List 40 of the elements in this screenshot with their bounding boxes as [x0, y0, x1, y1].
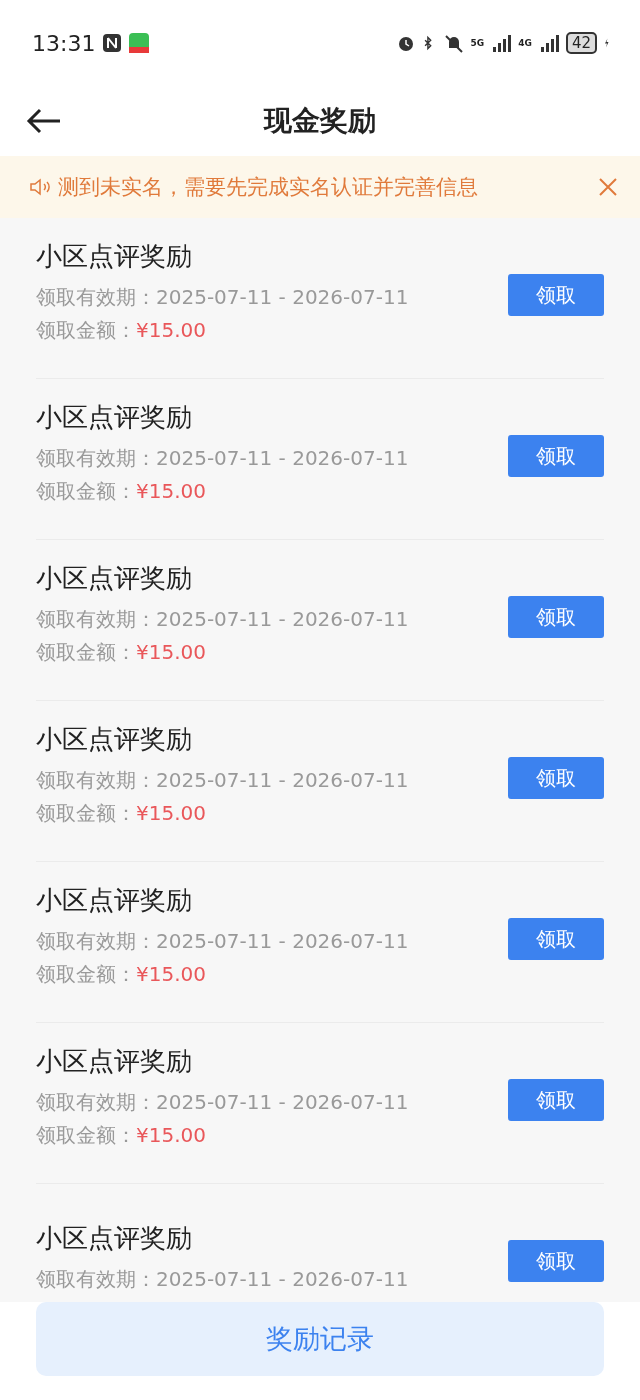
amount-text: 领取金额：¥15.00: [36, 316, 207, 344]
reward-title: 小区点评奖励: [36, 1044, 193, 1078]
claim-button[interactable]: 领取: [508, 274, 604, 316]
page-title: 现金奖励: [264, 103, 376, 139]
validity-text: 领取有效期：2025-07-11 - 2026-07-11: [36, 1266, 410, 1293]
validity-text: 领取有效期：2025-07-11 - 2026-07-11: [36, 444, 410, 472]
claim-button[interactable]: 领取: [508, 1240, 604, 1282]
amount-text: 领取金额：¥15.00: [36, 1121, 207, 1149]
reward-records-button[interactable]: 奖励记录: [36, 1302, 604, 1376]
nfc-icon: [102, 33, 123, 53]
network-label: 5G: [470, 38, 485, 48]
amount-text: 领取金额：¥15.00: [36, 960, 207, 988]
back-arrow-icon[interactable]: [26, 108, 62, 134]
validity-text: 领取有效期：2025-07-11 - 2026-07-11: [36, 1088, 410, 1116]
network-label: 4G: [518, 38, 532, 48]
claim-button[interactable]: 领取: [508, 918, 604, 960]
notice-text: 测到未实名，需要先完成实名认证并完善信息: [58, 174, 479, 201]
reward-title: 小区点评奖励: [36, 883, 193, 917]
reward-title: 小区点评奖励: [36, 239, 193, 273]
reward-title: 小区点评奖励: [36, 561, 193, 595]
reward-title: 小区点评奖励: [36, 400, 193, 434]
claim-button[interactable]: 领取: [508, 1079, 604, 1121]
validity-text: 领取有效期：2025-07-11 - 2026-07-11: [36, 766, 410, 794]
claim-button[interactable]: 领取: [508, 596, 604, 638]
reward-title: 小区点评奖励: [36, 722, 193, 756]
reward-title: 小区点评奖励: [36, 1222, 193, 1255]
claim-button[interactable]: 领取: [508, 435, 604, 477]
validity-text: 领取有效期：2025-07-11 - 2026-07-11: [36, 605, 410, 633]
close-icon: [598, 177, 618, 197]
signal-icon: [538, 33, 559, 53]
validity-text: 领取有效期：2025-07-11 - 2026-07-11: [36, 283, 410, 311]
validity-text: 领取有效期：2025-07-11 - 2026-07-11: [36, 927, 410, 955]
muted-bell-icon: [443, 33, 464, 53]
signal-icon: [491, 33, 512, 53]
amount-text: 领取金额：¥15.00: [36, 477, 207, 505]
battery-level: 42: [565, 32, 597, 54]
amount-text: 领取金额：¥15.00: [36, 638, 207, 666]
claim-button[interactable]: 领取: [508, 757, 604, 799]
clock-time: 13:31: [32, 30, 96, 56]
amount-text: 领取金额：¥15.00: [36, 799, 207, 827]
